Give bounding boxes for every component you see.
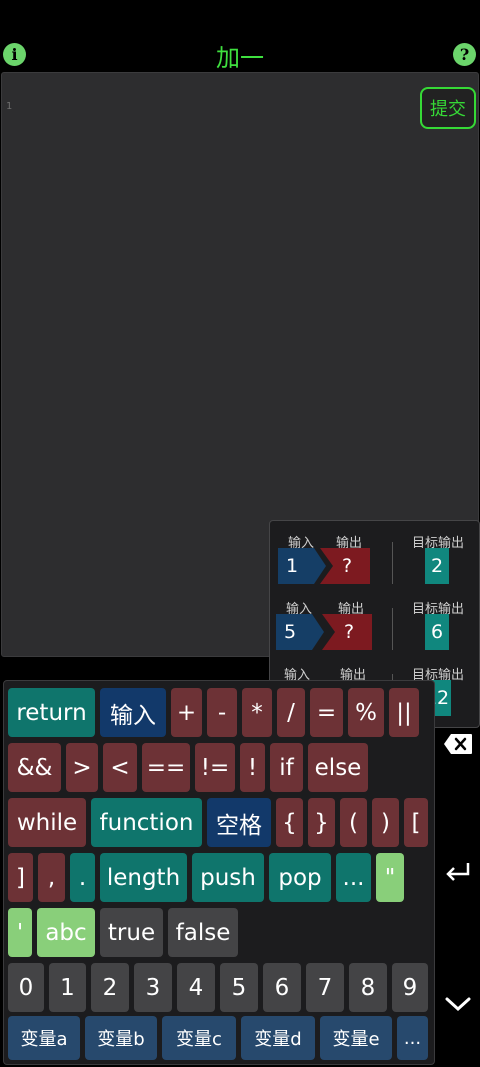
key-true[interactable]: true: [100, 908, 163, 957]
key-brace-open[interactable]: {: [276, 798, 303, 847]
key-variable-d[interactable]: 变量d: [241, 1016, 315, 1060]
key-not[interactable]: !: [240, 743, 265, 792]
test-case: 输入 输出 目标输出 1 ? 2: [270, 528, 479, 594]
key-bracket-close[interactable]: ]: [8, 853, 33, 902]
key-greater[interactable]: >: [66, 743, 98, 792]
key-digit[interactable]: 0: [8, 963, 44, 1012]
line-number: 1: [6, 101, 13, 112]
key-dot[interactable]: .: [70, 853, 95, 902]
key-minus[interactable]: -: [207, 688, 237, 737]
key-divide[interactable]: /: [277, 688, 305, 737]
key-string[interactable]: abc: [37, 908, 95, 957]
key-and[interactable]: &&: [8, 743, 61, 792]
key-digit[interactable]: 9: [392, 963, 428, 1012]
key-digit[interactable]: 4: [177, 963, 215, 1012]
page-title: 加一: [216, 44, 264, 72]
key-paren-close[interactable]: ): [372, 798, 399, 847]
key-digit[interactable]: 7: [306, 963, 344, 1012]
key-brace-close[interactable]: }: [308, 798, 335, 847]
test-output-value: ?: [322, 614, 372, 650]
key-more-variables[interactable]: ...: [397, 1016, 428, 1060]
key-not-equals[interactable]: !=: [195, 743, 235, 792]
key-push[interactable]: push: [192, 853, 264, 902]
test-target-value: 2: [425, 548, 449, 584]
enter-icon[interactable]: [442, 858, 474, 886]
key-or[interactable]: ||: [389, 688, 419, 737]
key-input[interactable]: 输入: [100, 688, 166, 737]
test-input-value: 5: [276, 614, 324, 650]
code-keyboard: return 输入 + - * / = % || && > < == != ! …: [3, 680, 435, 1065]
key-function[interactable]: function: [91, 798, 202, 847]
key-if[interactable]: if: [270, 743, 303, 792]
divider: [392, 608, 393, 650]
key-single-quote[interactable]: ': [8, 908, 32, 957]
key-else[interactable]: else: [308, 743, 368, 792]
test-target-value: 6: [425, 614, 449, 650]
key-digit[interactable]: 8: [349, 963, 387, 1012]
divider: [392, 542, 393, 584]
key-digit[interactable]: 3: [134, 963, 172, 1012]
key-digit[interactable]: 6: [263, 963, 301, 1012]
key-comma[interactable]: ,: [38, 853, 65, 902]
key-length[interactable]: length: [100, 853, 187, 902]
test-input-value: 1: [278, 548, 326, 584]
key-digit[interactable]: 1: [49, 963, 86, 1012]
key-false[interactable]: false: [168, 908, 238, 957]
submit-button[interactable]: 提交: [420, 87, 476, 129]
key-variable-a[interactable]: 变量a: [8, 1016, 80, 1060]
key-pop[interactable]: pop: [269, 853, 331, 902]
key-while[interactable]: while: [8, 798, 86, 847]
key-paren-open[interactable]: (: [340, 798, 367, 847]
code-editor[interactable]: 1 提交 输入 输出 目标输出 1 ? 2 输入 输出 目标输出 5 ? 6 输…: [1, 72, 480, 728]
key-spread[interactable]: ...: [336, 853, 371, 902]
key-return[interactable]: return: [8, 688, 95, 737]
key-modulo[interactable]: %: [348, 688, 384, 737]
key-variable-c[interactable]: 变量c: [162, 1016, 236, 1060]
key-double-quote[interactable]: ": [376, 853, 404, 902]
key-plus[interactable]: +: [171, 688, 202, 737]
header: i 加一 ?: [0, 0, 480, 72]
key-equals[interactable]: ==: [142, 743, 190, 792]
key-assign[interactable]: =: [310, 688, 343, 737]
help-icon[interactable]: ?: [453, 43, 476, 66]
key-digit[interactable]: 2: [91, 963, 129, 1012]
key-bracket-open[interactable]: [: [404, 798, 428, 847]
backspace-icon[interactable]: [442, 730, 474, 758]
key-variable-e[interactable]: 变量e: [320, 1016, 392, 1060]
key-variable-b[interactable]: 变量b: [85, 1016, 157, 1060]
key-less[interactable]: <: [103, 743, 137, 792]
test-case: 输入 输出 目标输出 5 ? 6: [270, 594, 479, 660]
key-digit[interactable]: 5: [220, 963, 258, 1012]
key-space[interactable]: 空格: [207, 798, 271, 847]
chevron-down-icon[interactable]: [442, 990, 474, 1018]
key-multiply[interactable]: *: [242, 688, 272, 737]
test-output-value: ?: [320, 548, 370, 584]
